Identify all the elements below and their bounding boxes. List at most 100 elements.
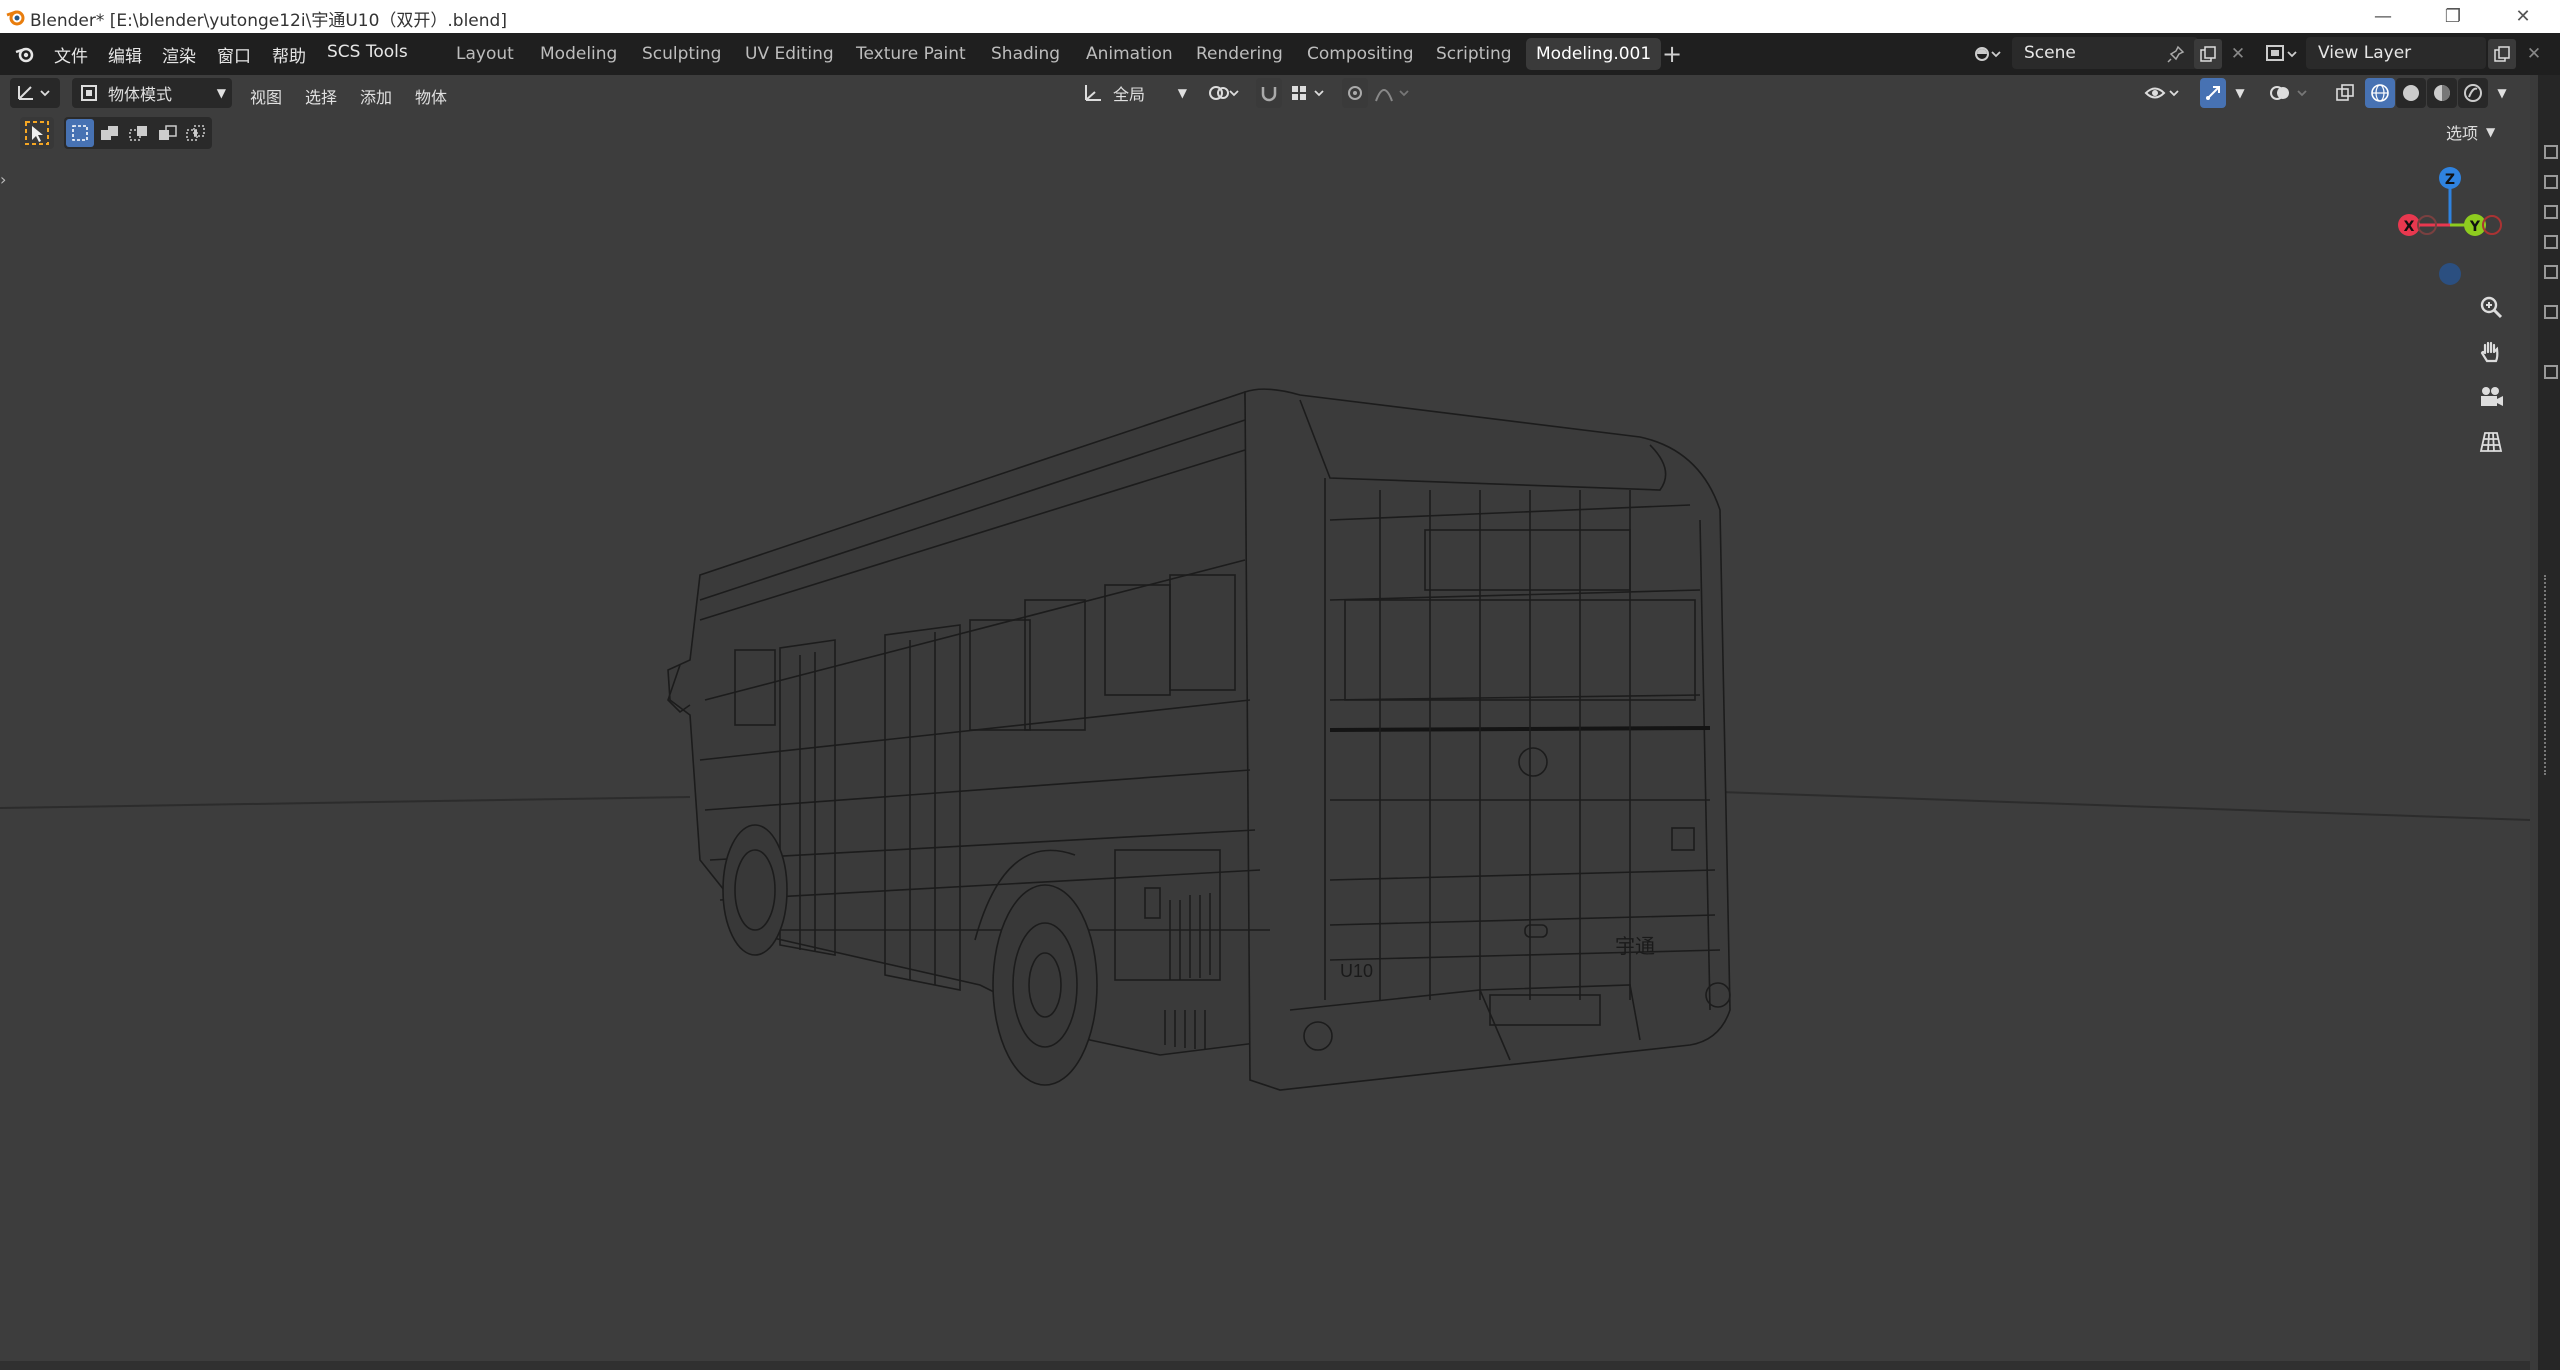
tab-uv-editing[interactable]: UV Editing xyxy=(735,38,844,70)
select-extend-button[interactable] xyxy=(96,119,124,147)
toolbar-expand-icon[interactable]: › xyxy=(0,170,14,194)
tab-modeling[interactable]: Modeling xyxy=(530,38,627,70)
solid-sphere-icon xyxy=(2403,85,2419,101)
object-toggle-icon[interactable] xyxy=(2544,205,2558,219)
delete-scene-icon[interactable]: ✕ xyxy=(2226,41,2250,67)
minimize-icon[interactable]: — xyxy=(2355,0,2411,33)
pivot-point-dropdown[interactable] xyxy=(1203,78,1245,108)
pan-hand-icon[interactable] xyxy=(2472,333,2510,371)
gizmo-dropdown[interactable]: ▼ xyxy=(2228,78,2252,108)
gizmo-icon xyxy=(2206,86,2220,100)
visibility-dropdown[interactable] xyxy=(2142,78,2186,108)
tab-rendering[interactable]: Rendering xyxy=(1186,38,1293,70)
status-bar xyxy=(0,1361,2530,1370)
bus-wireframe-model[interactable] xyxy=(667,388,1731,1091)
shading-dropdown[interactable]: ▼ xyxy=(2490,78,2514,108)
select-extend-icon xyxy=(101,126,118,140)
options-dropdown[interactable]: 选项 ▼ xyxy=(2446,118,2526,146)
orientation-axes-icon xyxy=(1085,85,1101,101)
delete-view-layer-icon[interactable]: ✕ xyxy=(2522,41,2546,67)
new-view-layer-icon[interactable] xyxy=(2488,39,2516,69)
new-scene-icon[interactable] xyxy=(2194,39,2222,69)
navigation-gizmo[interactable]: Z X Y xyxy=(2385,160,2515,290)
scene-canvas: U10 宇通 xyxy=(0,388,2530,1091)
view-layer-browse-icon[interactable] xyxy=(2262,41,2302,67)
viewport-header: 物体模式 ▼ 视图 选择 添加 物体 全局 ▼ ▼ ▼ xyxy=(0,75,2530,111)
menu-file[interactable]: 文件 xyxy=(54,42,88,67)
menu-edit[interactable]: 编辑 xyxy=(108,42,142,67)
select-new-button[interactable] xyxy=(66,119,94,147)
sidebar-strip xyxy=(2530,75,2560,1370)
menu-scs-tools[interactable]: SCS Tools xyxy=(327,42,408,62)
scroll-handles[interactable] xyxy=(2544,575,2556,775)
proportional-editing-toggle[interactable] xyxy=(1342,78,1368,108)
active-tool-button[interactable] xyxy=(20,117,54,149)
blender-menu-icon[interactable] xyxy=(14,43,36,65)
tool-properties-icon[interactable] xyxy=(2544,365,2558,379)
transform-orientation-dropdown[interactable]: 全局 ▼ xyxy=(1075,78,1193,108)
sidebar-divider[interactable] xyxy=(2530,75,2538,1370)
wireframe-sphere-icon xyxy=(2371,84,2389,102)
menu-window[interactable]: 窗口 xyxy=(217,42,251,67)
close-icon[interactable]: ✕ xyxy=(2495,0,2551,33)
top-bar: 文件 编辑 渲染 窗口 帮助 SCS Tools Layout Modeling… xyxy=(0,33,2560,75)
gizmo-toggle[interactable] xyxy=(2200,78,2226,108)
tab-modeling-001[interactable]: Modeling.001 xyxy=(1526,38,1662,70)
tab-animation[interactable]: Animation xyxy=(1076,38,1183,70)
pin-icon[interactable] xyxy=(2163,41,2189,67)
scene-browse-icon[interactable] xyxy=(1970,41,2004,67)
object-mode-icon xyxy=(81,85,97,101)
camera-view-icon[interactable] xyxy=(2472,378,2510,416)
zoom-icon[interactable] xyxy=(2472,288,2510,326)
restore-icon[interactable]: ❐ xyxy=(2425,0,2481,33)
eye-icon xyxy=(2144,87,2179,99)
camera-toggle-icon[interactable] xyxy=(2544,235,2558,249)
tab-sculpting[interactable]: Sculpting xyxy=(632,38,731,70)
svg-text:Y: Y xyxy=(2469,219,2481,235)
tab-compositing[interactable]: Compositing xyxy=(1297,38,1424,70)
gizmo-neg-z[interactable] xyxy=(2439,263,2461,285)
select-invert-icon xyxy=(159,125,177,140)
tab-scripting[interactable]: Scripting xyxy=(1426,38,1522,70)
collection-toggle-icon[interactable] xyxy=(2544,175,2558,189)
interaction-mode-dropdown[interactable]: 物体模式 ▼ xyxy=(72,78,232,108)
material-sphere-icon xyxy=(2434,85,2450,101)
magnet-icon xyxy=(1261,87,1277,102)
shading-rendered-button[interactable] xyxy=(2458,78,2488,108)
shading-wireframe-button[interactable] xyxy=(2365,78,2395,108)
select-intersect-button[interactable] xyxy=(182,119,210,147)
plus-icon[interactable]: + xyxy=(1660,40,1684,68)
menu-render[interactable]: 渲染 xyxy=(162,42,196,67)
outliner-toggle-icon[interactable] xyxy=(2544,145,2558,159)
editor-type-button[interactable] xyxy=(10,78,60,108)
3d-viewport[interactable]: U10 宇通 xyxy=(0,111,2530,1361)
pivot-icon xyxy=(1209,86,1239,100)
proportional-falloff-dropdown[interactable] xyxy=(1372,78,1416,108)
select-invert-button[interactable] xyxy=(154,119,182,147)
tab-texture-paint[interactable]: Texture Paint xyxy=(846,38,976,70)
falloff-curve-icon xyxy=(1375,89,1409,102)
menu-view[interactable]: 视图 xyxy=(250,84,282,108)
view-layer-name-field[interactable]: View Layer xyxy=(2306,37,2486,69)
options-label: 选项 xyxy=(2446,124,2479,143)
blender-logo-icon xyxy=(6,10,25,26)
shading-solid-button[interactable] xyxy=(2396,78,2426,108)
overlays-dropdown[interactable] xyxy=(2265,78,2315,108)
light-toggle-icon[interactable] xyxy=(2544,265,2558,279)
shading-material-button[interactable] xyxy=(2427,78,2457,108)
menu-add[interactable]: 添加 xyxy=(360,84,392,108)
scene-name: Scene xyxy=(2024,43,2076,63)
window-title: Blender* [E:\blender\yutonge12i\宇通U10（双开… xyxy=(30,11,507,31)
tab-layout[interactable]: Layout xyxy=(446,38,524,70)
tab-shading[interactable]: Shading xyxy=(981,38,1070,70)
menu-select[interactable]: 选择 xyxy=(305,84,337,108)
menu-object[interactable]: 物体 xyxy=(415,84,447,108)
xray-toggle[interactable] xyxy=(2332,78,2358,108)
select-subtract-button[interactable] xyxy=(125,119,153,147)
snap-target-dropdown[interactable] xyxy=(1286,78,1332,108)
perspective-toggle-icon[interactable] xyxy=(2472,423,2510,461)
xray-icon xyxy=(2336,84,2354,101)
snap-toggle[interactable] xyxy=(1256,78,1282,108)
menu-help[interactable]: 帮助 xyxy=(272,42,306,67)
properties-toggle-icon[interactable] xyxy=(2544,305,2558,319)
